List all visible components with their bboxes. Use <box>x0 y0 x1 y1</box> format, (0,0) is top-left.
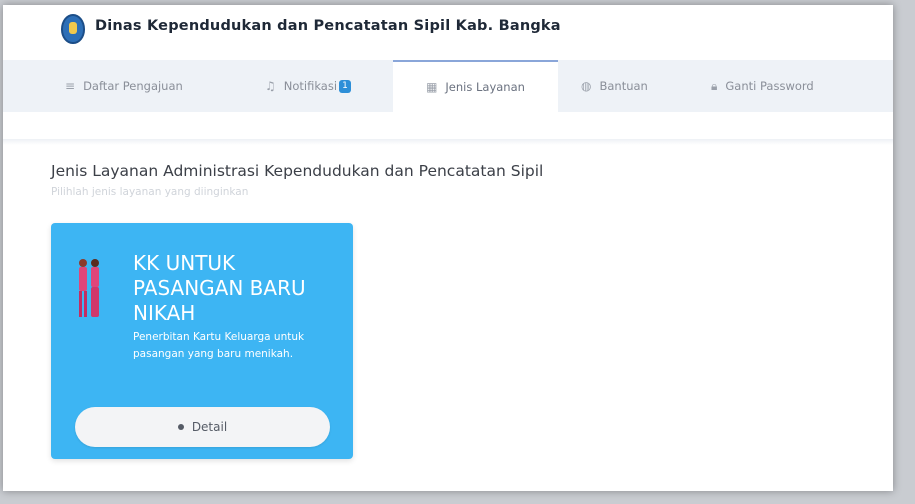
nav-item-bantuan[interactable]: ◍ Bantuan <box>581 60 691 112</box>
nav-label: Bantuan <box>599 79 648 93</box>
detail-button[interactable]: Detail <box>75 407 330 447</box>
card-title: KK UNTUK PASANGAN BARU NIKAH <box>133 251 306 325</box>
couple-icon <box>79 259 99 317</box>
separator <box>3 139 893 145</box>
list-icon: ≡ <box>65 79 76 93</box>
detail-label: Detail <box>191 420 228 434</box>
app-title: Dinas Kependudukan dan Pencatatan Sipil … <box>95 18 561 34</box>
lock-icon: 🔒︎ <box>711 78 718 93</box>
nav-label: Jenis Layanan <box>445 80 525 94</box>
navbar: ≡ Daftar Pengajuan ♫ Notifikasi 1 ▦ Jeni… <box>3 60 893 112</box>
header: Dinas Kependudukan dan Pencatatan Sipil … <box>3 5 893 53</box>
bangka-logo-icon <box>61 14 85 44</box>
page-title: Jenis Layanan Administrasi Kependudukan … <box>51 162 544 180</box>
page-subtitle: Pilihlah jenis layanan yang diinginkan <box>51 186 249 198</box>
content-band <box>3 112 893 140</box>
globe-icon: ◍ <box>581 79 592 93</box>
nav-item-ganti-password[interactable]: 🔒︎ Ganti Password <box>711 60 861 112</box>
nav-item-notifikasi[interactable]: ♫ Notifikasi 1 <box>265 60 385 112</box>
grid-icon: ▦ <box>426 80 438 94</box>
nav-label: Notifikasi <box>283 79 338 93</box>
notification-badge: 1 <box>339 79 352 93</box>
nav-item-daftar-pengajuan[interactable]: ≡ Daftar Pengajuan <box>65 60 235 112</box>
card-description: Penerbitan Kartu Keluarga untuk pasangan… <box>133 331 305 360</box>
service-card[interactable]: KK UNTUK PASANGAN BARU NIKAH Penerbitan … <box>51 223 353 459</box>
app-window: Dinas Kependudukan dan Pencatatan Sipil … <box>3 5 893 491</box>
tab-jenis-layanan[interactable]: ▦ Jenis Layanan <box>393 60 558 112</box>
nav-label: Ganti Password <box>725 79 814 93</box>
dot-icon <box>177 424 184 430</box>
bell-icon: ♫ <box>265 79 276 93</box>
nav-label: Daftar Pengajuan <box>83 79 183 93</box>
